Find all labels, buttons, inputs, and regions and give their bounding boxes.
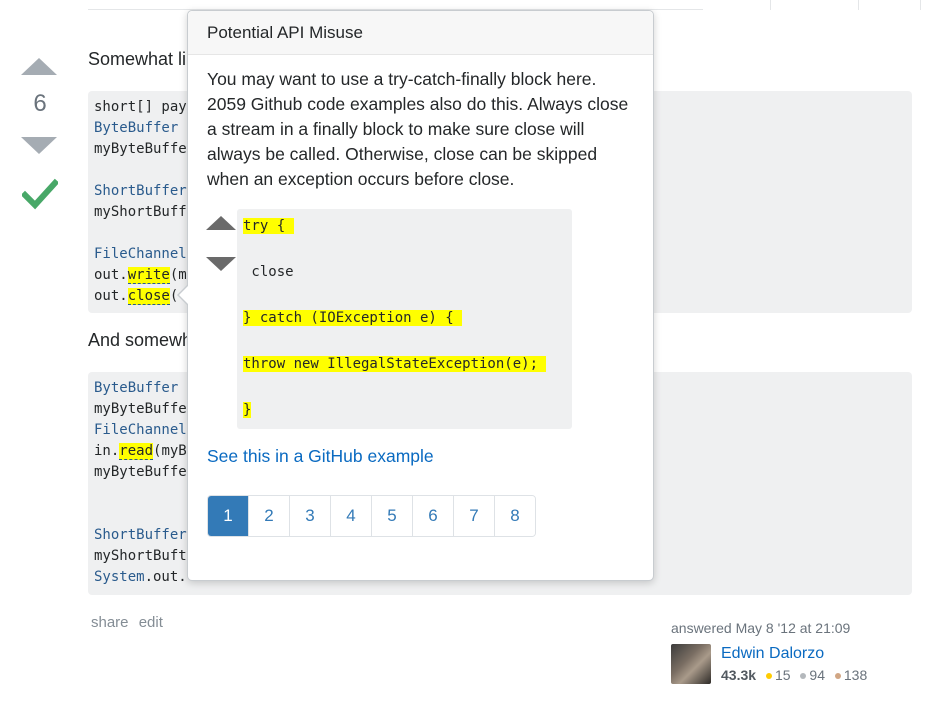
page-8-button[interactable]: 8: [494, 496, 535, 536]
code-token: System: [94, 569, 145, 585]
vote-count: 6: [33, 90, 47, 117]
highlighted-api-call[interactable]: close: [127, 288, 170, 305]
code-token: .out.: [144, 569, 187, 585]
example-downvote-icon[interactable]: [206, 257, 236, 271]
page-4-button[interactable]: 4: [330, 496, 371, 536]
share-link[interactable]: share: [91, 614, 129, 631]
example-code-text: throw new IllegalStateException(e);: [243, 356, 547, 372]
page-6-button[interactable]: 6: [412, 496, 453, 536]
user-reputation: 43.3k 15 94 138: [721, 667, 867, 683]
silver-badge-count: 94: [809, 667, 825, 683]
example-code-text: } catch (IOException e) {: [243, 310, 463, 326]
example-code-text: try {: [243, 218, 294, 234]
github-example-link[interactable]: See this in a GitHub example: [207, 446, 434, 467]
page-1-button[interactable]: 1: [208, 496, 248, 536]
api-misuse-popover: Potential API Misuse You may want to use…: [177, 10, 654, 581]
top-divider-tick: [858, 0, 859, 10]
code-token: FileChannel: [94, 246, 187, 262]
code-token: short[] pay: [94, 99, 187, 115]
code-token: ShortBuffer: [94, 183, 187, 199]
upvote-arrow-icon[interactable]: [21, 58, 57, 75]
accepted-checkmark-icon: [22, 178, 58, 210]
user-name-link[interactable]: Edwin Dalorzo: [721, 645, 824, 663]
example-code-line: close: [243, 261, 566, 307]
downvote-arrow-icon[interactable]: [21, 137, 57, 154]
top-divider-tick: [770, 0, 771, 10]
example-code-text: close: [243, 264, 294, 280]
post-menu: share edit: [91, 614, 169, 631]
popover-message: You may want to use a try-catch-finally …: [207, 69, 629, 189]
example-code-text: }: [243, 402, 252, 418]
example-code-line: } catch (IOException e) {: [243, 307, 566, 353]
code-token: (myB: [153, 443, 187, 459]
highlighted-api-call[interactable]: read: [119, 443, 154, 460]
code-token: myByteBuffe: [94, 464, 187, 480]
code-token: ByteBuffer: [94, 380, 187, 396]
code-token: myShortBuft: [94, 548, 187, 564]
silver-badge-icon: [800, 672, 807, 679]
bronze-badge-icon: [834, 672, 841, 679]
top-divider-tick: [920, 0, 921, 10]
code-token: myShortBuff: [94, 204, 187, 220]
popover-pointer-fill: [179, 286, 188, 304]
example-code-line: try {: [243, 215, 566, 261]
popover-title: Potential API Misuse: [207, 23, 363, 42]
reputation-score: 43.3k: [721, 667, 757, 683]
avatar[interactable]: [671, 644, 711, 684]
gold-badge-icon: [765, 672, 772, 679]
code-token: in.: [94, 443, 120, 459]
example-pagination: 12345678: [207, 495, 536, 537]
page-5-button[interactable]: 5: [371, 496, 412, 536]
example-code-line: }: [243, 399, 566, 445]
page-2-button[interactable]: 2: [248, 496, 289, 536]
highlighted-api-call[interactable]: write: [127, 267, 170, 284]
answer-intro-text: Somewhat li: [88, 49, 187, 69]
page-7-button[interactable]: 7: [453, 496, 494, 536]
page-3-button[interactable]: 3: [289, 496, 330, 536]
edit-link[interactable]: edit: [139, 614, 163, 631]
example-code-line: throw new IllegalStateException(e);: [243, 353, 566, 399]
code-token: myByteBuffe: [94, 401, 187, 417]
example-code-block: try { close } catch (IOException e) { thr…: [237, 209, 572, 429]
gold-badge-count: 15: [774, 667, 791, 683]
answer-middle-text: And somewh: [88, 330, 193, 350]
code-token: ByteBuffer: [94, 120, 187, 136]
bronze-badge-count: 138: [843, 667, 868, 683]
code-token: FileChannel: [94, 422, 187, 438]
user-signature: answered May 8 '12 at 21:09 Edwin Dalorz…: [671, 620, 867, 684]
code-token: myByteBuffe: [94, 141, 187, 157]
answered-timestamp: answered May 8 '12 at 21:09: [671, 620, 851, 636]
example-upvote-icon[interactable]: [206, 216, 236, 230]
code-token: (m: [169, 267, 187, 283]
code-token: ShortBuffer: [94, 527, 187, 543]
code-token: out.: [94, 267, 128, 283]
code-token: out.: [94, 288, 128, 304]
